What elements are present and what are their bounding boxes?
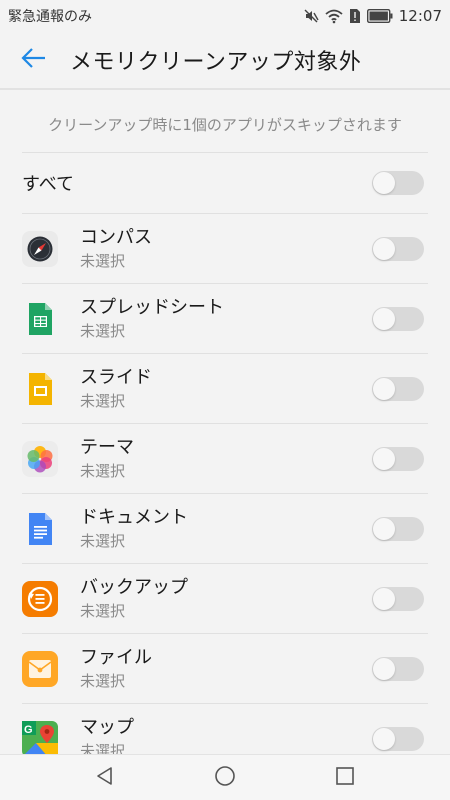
toggle-knob — [373, 517, 395, 540]
toggle-slides[interactable] — [372, 376, 424, 401]
app-name: マップ — [80, 716, 134, 738]
app-status: 未選択 — [80, 531, 126, 550]
nav-recents-button[interactable] — [325, 758, 365, 798]
app-name: ドキュメント — [80, 506, 188, 528]
list-item-compass[interactable]: コンパス 未選択 — [22, 213, 428, 283]
svg-text:G: G — [24, 724, 33, 736]
status-icons: 12:07 — [303, 7, 442, 25]
toggle-docs[interactable] — [372, 516, 424, 541]
toggle-knob — [373, 172, 395, 194]
app-status: 未選択 — [80, 601, 126, 620]
toggle-sheets[interactable] — [372, 306, 424, 331]
app-list: すべて コンパス 未選択 スプレッドシート 未選択 スライド 未選択 テーマ 未… — [0, 152, 450, 754]
app-status: 未選択 — [80, 251, 126, 270]
docs-icon — [22, 511, 58, 547]
nav-back-button[interactable] — [85, 758, 125, 798]
back-button[interactable] — [6, 32, 62, 88]
toggle-knob — [373, 657, 395, 680]
list-item-slides[interactable]: スライド 未選択 — [22, 353, 428, 423]
compass-icon — [22, 230, 58, 267]
select-all-row[interactable]: すべて — [22, 152, 428, 213]
row-text: マップ 未選択 — [80, 716, 134, 755]
system-nav-bar — [0, 754, 450, 800]
nav-home-button[interactable] — [205, 758, 245, 798]
row-text: コンパス 未選択 — [80, 226, 152, 272]
row-text: スライド 未選択 — [80, 366, 152, 412]
toggle-knob — [373, 447, 395, 470]
toggle-knob — [373, 237, 395, 260]
mute-icon — [303, 8, 319, 24]
toggle-files[interactable] — [372, 656, 424, 681]
carrier-text: 緊急通報のみ — [8, 9, 92, 25]
arrow-left-icon — [21, 47, 47, 73]
app-status: 未選択 — [80, 461, 126, 480]
app-bar: メモリクリーンアップ対象外 — [0, 32, 450, 88]
select-all-toggle[interactable] — [372, 171, 424, 195]
app-name: ファイル — [80, 646, 152, 668]
maps-icon: G — [22, 720, 58, 754]
toggle-maps[interactable] — [372, 726, 424, 751]
battery-icon — [366, 9, 393, 23]
list-item-backup[interactable]: バックアップ 未選択 — [22, 563, 428, 633]
row-text: テーマ 未選択 — [80, 436, 134, 482]
files-icon — [22, 650, 58, 687]
themes-icon — [22, 440, 58, 477]
app-name: バックアップ — [80, 576, 188, 598]
app-status: 未選択 — [80, 671, 126, 690]
list-item-themes[interactable]: テーマ 未選択 — [22, 423, 428, 493]
list-item-files[interactable]: ファイル 未選択 — [22, 633, 428, 703]
page-title: メモリクリーンアップ対象外 — [70, 50, 362, 75]
list-item-maps[interactable]: G マップ 未選択 — [22, 703, 428, 754]
list-item-sheets[interactable]: スプレッドシート 未選択 — [22, 283, 428, 353]
app-name: テーマ — [80, 436, 134, 458]
status-bar: 緊急通報のみ 12:07 — [0, 0, 450, 32]
app-name: スライド — [80, 366, 152, 388]
select-all-label: すべて — [22, 174, 75, 195]
toggle-knob — [373, 377, 395, 400]
toggle-knob — [373, 587, 395, 610]
toggle-compass[interactable] — [372, 236, 424, 261]
clock-text: 12:07 — [398, 7, 442, 25]
app-name: コンパス — [80, 226, 152, 248]
list-item-docs[interactable]: ドキュメント 未選択 — [22, 493, 428, 563]
app-status: 未選択 — [80, 741, 126, 755]
toggle-themes[interactable] — [372, 446, 424, 471]
wifi-icon — [325, 8, 343, 24]
backup-icon — [22, 580, 58, 617]
row-text: ドキュメント 未選択 — [80, 506, 188, 552]
row-text: バックアップ 未選択 — [80, 576, 188, 622]
square-recents-icon — [335, 766, 355, 790]
skip-count-text: クリーンアップ時に1個のアプリがスキップされます — [48, 115, 402, 134]
toggle-backup[interactable] — [372, 586, 424, 611]
circle-home-icon — [214, 765, 236, 791]
row-text: スプレッドシート 未選択 — [80, 296, 224, 342]
triangle-back-icon — [95, 766, 115, 790]
toggle-knob — [373, 307, 395, 330]
app-name: スプレッドシート — [80, 296, 224, 318]
sim-alert-icon — [349, 8, 361, 24]
sheets-icon — [22, 301, 58, 337]
slides-icon — [22, 371, 58, 407]
toggle-knob — [373, 727, 395, 750]
row-text: ファイル 未選択 — [80, 646, 152, 692]
app-status: 未選択 — [80, 321, 126, 340]
header-divider — [0, 88, 450, 90]
app-status: 未選択 — [80, 391, 126, 410]
